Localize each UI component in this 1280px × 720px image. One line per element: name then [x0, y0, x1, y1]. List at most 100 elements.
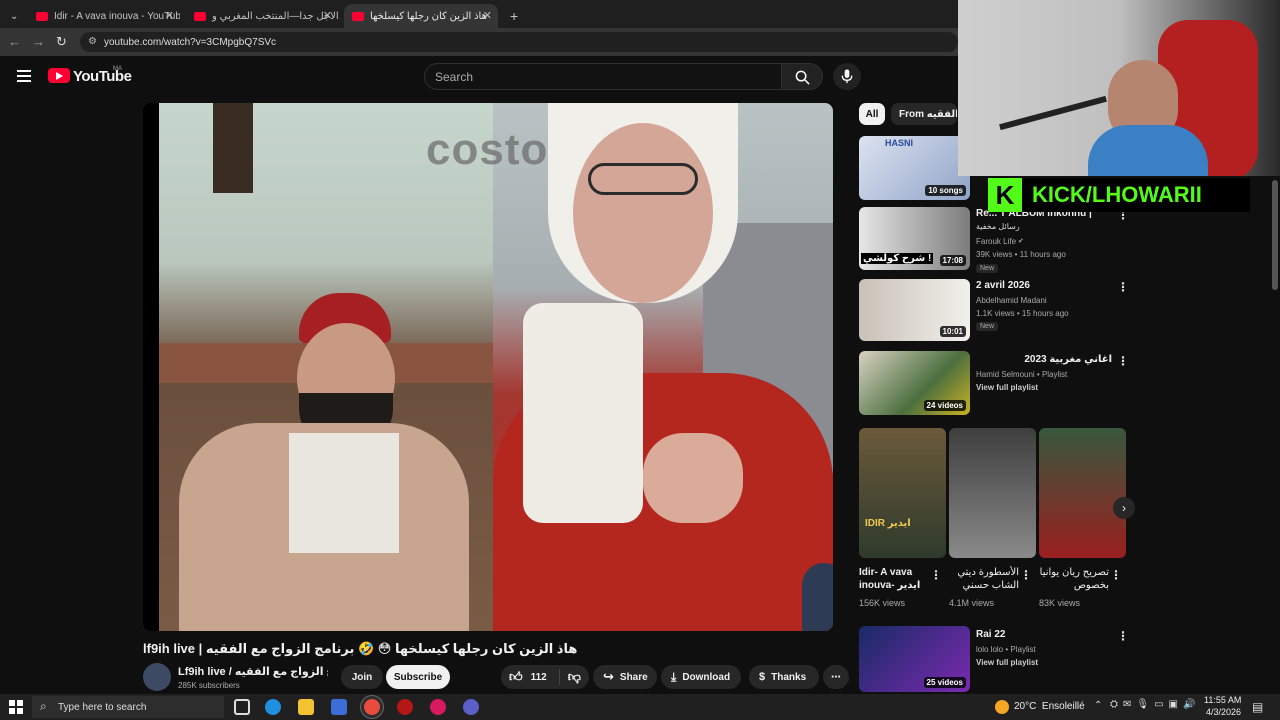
thumbnail-farouk[interactable]: شرح كولشي ! 17:08 — [859, 207, 970, 270]
close-tab-icon[interactable]: ✕ — [483, 9, 492, 22]
headscarf-drape — [523, 303, 643, 523]
video-frame-left — [159, 103, 493, 631]
file-explorer-icon[interactable] — [298, 699, 314, 715]
more-vertical-icon[interactable]: ⋮ — [1117, 629, 1129, 643]
recommendation-meta: 1.1K views • 15 hours ago — [976, 309, 1069, 318]
edge-browser-icon[interactable] — [265, 699, 281, 715]
recommendation-meta: 39K views • 11 hours ago — [976, 250, 1066, 259]
channel-avatar[interactable] — [143, 663, 171, 691]
thumbnail-hasni-playlist[interactable]: HASNI 10 songs — [859, 136, 970, 200]
recommendation-channel[interactable]: Hamid Selmouni • Playlist — [976, 370, 1067, 379]
purple-app-icon[interactable] — [463, 699, 479, 715]
clock-time[interactable]: 11:55 AM — [1204, 695, 1241, 705]
video-player[interactable]: costo — [143, 103, 833, 631]
streamer-avatar-overlay — [802, 563, 833, 631]
download-icon: ⤓ — [671, 669, 677, 684]
close-tab-icon[interactable]: ✕ — [323, 9, 332, 22]
site-info-icon[interactable]: ⚙ — [88, 36, 97, 47]
notifications-icon[interactable]: ▤ — [1252, 700, 1263, 714]
thumbnail-2-avril[interactable]: 10:01 — [859, 279, 970, 341]
microphone-arm — [999, 95, 1107, 131]
recommendation-title[interactable]: Rai 22 — [976, 629, 1112, 640]
thumbs-down-icon[interactable]: 👎︎ — [558, 669, 581, 685]
page-scrollbar[interactable] — [1272, 180, 1278, 290]
tab-idir[interactable]: Idir - A vava inouva - YouTube ✕ — [28, 4, 180, 28]
more-vertical-icon[interactable]: ⋮ — [930, 568, 942, 582]
system-tray-icons[interactable]: ⛭✉🎙▭▣🔊 — [1110, 699, 1200, 710]
new-badge: New — [976, 264, 999, 273]
chip-from-channel[interactable]: From برنامج الزواج مع الفقيه — [891, 103, 957, 125]
short-thumbnail-rayan[interactable] — [1039, 428, 1126, 558]
more-vertical-icon[interactable]: ⋮ — [1110, 568, 1122, 582]
recommendation-channel[interactable]: Farouk Life — [976, 237, 1016, 246]
search-icon: ⌕ — [40, 699, 47, 713]
subscribe-button[interactable]: Subscribe — [386, 665, 450, 689]
more-actions-button[interactable]: ⋯ — [823, 665, 849, 689]
youtube-logo-icon[interactable] — [48, 68, 70, 83]
channel-name[interactable]: Lf9ih live / برنامج الزواج مع الفقيه — [178, 665, 328, 678]
thumbnail-text: HASNI — [885, 138, 914, 148]
search-button[interactable] — [781, 63, 823, 90]
kick-channel-text: KICK/LHOWARII — [1032, 182, 1202, 207]
new-tab-button[interactable]: + — [502, 4, 522, 28]
task-view-icon[interactable] — [234, 699, 250, 715]
youtube-logo-text[interactable]: YouTube — [73, 68, 132, 85]
download-button[interactable]: ⤓ Download — [661, 665, 741, 689]
address-bar[interactable]: ⚙ youtube.com/watch?v=3CMpgbQ7SVc — [80, 32, 958, 52]
kick-logo-icon: K — [988, 178, 1022, 212]
join-button[interactable]: Join — [341, 665, 383, 689]
reload-icon[interactable]: ↻ — [56, 34, 67, 50]
weather-text[interactable]: 20°C Ensoleillé — [1014, 701, 1085, 712]
tab-title: عاالاجل جدا—المنتخب المغربي و — [212, 10, 338, 22]
chip-all[interactable]: All — [859, 103, 885, 125]
recommendation-channel[interactable]: Abdelhamid Madani — [976, 296, 1047, 305]
recommendation-title[interactable]: 2 avril 2026 — [976, 280, 1112, 291]
clock-date[interactable]: 4/3/2026 — [1206, 707, 1241, 717]
menu-icon[interactable] — [17, 70, 31, 82]
tab-current-video[interactable]: هاذ الزين كان رجلها كيسلخها ✕ — [344, 4, 498, 28]
short-title[interactable]: Idir- A vava inouva- ايدير — [859, 566, 931, 592]
close-tab-icon[interactable]: ✕ — [165, 9, 174, 22]
short-thumbnail-hasni[interactable] — [949, 428, 1036, 558]
chrome-browser-icon[interactable] — [364, 699, 380, 715]
kick-banner: K KICK/LHOWARII — [988, 178, 1250, 212]
short-title[interactable]: تصريح ريان يوانيا بخصوص — [1039, 566, 1109, 592]
streamer-shirt — [1088, 125, 1208, 176]
short-thumbnail-idir[interactable]: IDIR ايدير — [859, 428, 946, 558]
short-title[interactable]: الأسطورة ديتي الشاب حسني — [949, 566, 1019, 592]
back-icon[interactable]: ← — [8, 34, 21, 49]
thumbnail-moroccan-songs-playlist[interactable]: 24 videos — [859, 351, 970, 415]
opera-browser-icon[interactable] — [397, 699, 413, 715]
recommendation-title[interactable]: اغاني مغربية 2023 — [976, 354, 1112, 365]
chevron-right-icon: › — [1122, 501, 1126, 515]
thanks-button[interactable]: $ Thanks — [749, 665, 819, 689]
forward-icon[interactable]: → — [32, 34, 45, 49]
voice-search-button[interactable] — [833, 63, 861, 90]
recommendation-subtitle: رسائل مخفية — [976, 222, 1020, 231]
more-vertical-icon[interactable]: ⋮ — [1117, 280, 1129, 294]
like-count[interactable]: 112 — [531, 672, 547, 683]
view-full-playlist-link[interactable]: View full playlist — [976, 658, 1038, 667]
duration-badge: 10:01 — [939, 326, 966, 337]
duration-badge: 17:08 — [939, 255, 966, 266]
chip-label: All — [865, 108, 879, 120]
more-vertical-icon[interactable]: ⋮ — [1020, 568, 1032, 582]
sun-weather-icon — [995, 700, 1009, 714]
shorts-next-button[interactable]: › — [1113, 497, 1135, 519]
thumbnail-rai-22-playlist[interactable]: 25 videos — [859, 626, 970, 692]
red-app-icon[interactable] — [430, 699, 446, 715]
taskbar-search-box[interactable]: ⌕ Type here to search — [32, 696, 224, 718]
more-vertical-icon[interactable]: ⋮ — [1117, 354, 1129, 368]
thumbs-up-icon[interactable]: 👍︎ — [509, 669, 523, 685]
search-input[interactable]: Search — [424, 63, 782, 90]
chevron-up-icon[interactable]: ⌃ — [1094, 700, 1102, 711]
windows-start-icon[interactable] — [9, 700, 23, 714]
view-full-playlist-link[interactable]: View full playlist — [976, 383, 1038, 392]
tab-almuntakhab[interactable]: عاالاجل جدا—المنتخب المغربي و ✕ — [186, 4, 338, 28]
share-button[interactable]: ↪ Share — [593, 665, 657, 689]
tab-search-button[interactable]: ⌄ — [2, 4, 24, 28]
share-label: Share — [619, 671, 648, 683]
youtube-favicon-icon — [194, 11, 206, 21]
recommendation-channel[interactable]: lolo lolo • Playlist — [976, 645, 1036, 654]
mail-app-icon[interactable] — [331, 699, 347, 715]
